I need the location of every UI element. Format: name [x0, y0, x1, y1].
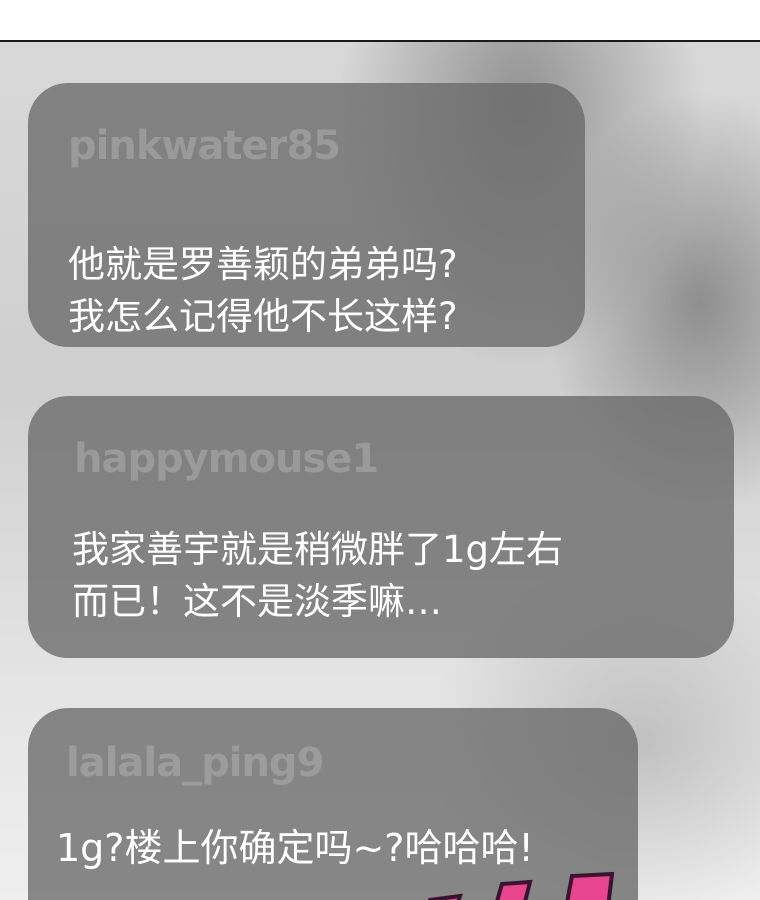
comment-line: 他就是罗善颖的弟弟吗? [68, 243, 458, 286]
comment-text: 1g?楼上你确定吗~?哈哈哈! [56, 822, 534, 874]
comment-text: 他就是罗善颖的弟弟吗? 我怎么记得他不长这样? [68, 239, 458, 343]
comment-bubble: happymouse1 我家善宇就是稍微胖了1g左右 而已！这不是淡季嘛… [28, 396, 734, 658]
sound-effect-graphic [427, 871, 615, 900]
top-strip [0, 0, 760, 42]
comment-line: 我家善宇就是稍微胖了1g左右 [72, 528, 564, 571]
comment-username: pinkwater85 [68, 123, 341, 169]
comment-username: lalala_ping9 [66, 740, 324, 786]
comment-bubble: pinkwater85 他就是罗善颖的弟弟吗? 我怎么记得他不长这样? [28, 83, 585, 347]
comic-panel: pinkwater85 他就是罗善颖的弟弟吗? 我怎么记得他不长这样? happ… [0, 42, 760, 900]
comment-line: 而已！这不是淡季嘛… [72, 580, 442, 623]
comment-line: 我怎么记得他不长这样? [68, 295, 458, 338]
comment-text: 我家善宇就是稍微胖了1g左右 而已！这不是淡季嘛… [72, 524, 563, 628]
comment-username: happymouse1 [74, 436, 379, 482]
comment-line: 1g?楼上你确定吗~?哈哈哈! [56, 826, 534, 870]
